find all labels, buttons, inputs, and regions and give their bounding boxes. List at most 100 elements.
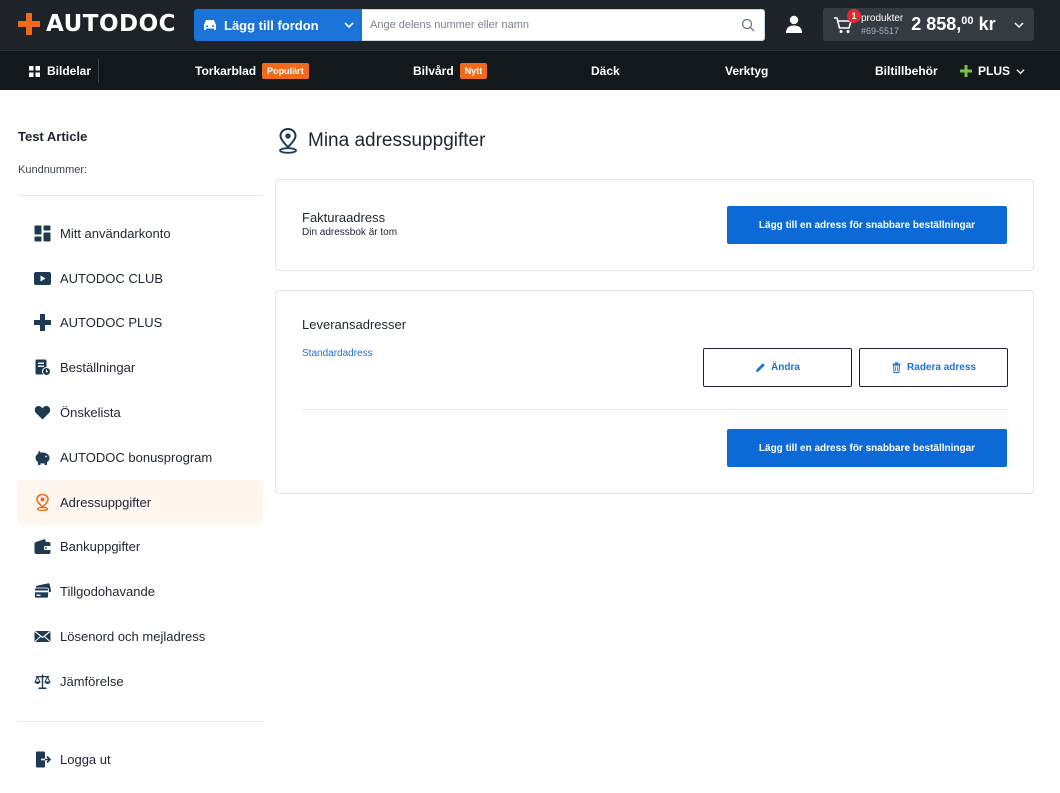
autodoc-logo[interactable]: AUTODOC [18,10,176,38]
top-header: AUTODOC Lägg till fordon 1 produkter #69… [0,0,1060,50]
popular-badge: Populärt [262,63,309,79]
sidebar-item-label: AUTODOC bonusprogram [60,449,213,465]
nav-dack-label: Däck [591,64,620,78]
play-icon [34,271,51,285]
sidebar-divider [18,195,263,196]
add-vehicle-button[interactable]: Lägg till fordon [194,9,362,41]
search-icon[interactable] [741,18,755,32]
nav-bildelar-label: Bildelar [47,64,92,78]
delivery-title: Leveransadresser [302,317,407,332]
nav-torkarblad[interactable]: Torkarblad Populärt [195,51,309,91]
sidebar-item-label: Tillgodohavande [60,584,155,600]
edit-address-label: Ändra [771,362,800,373]
sidebar-item-label: Bankuppgifter [60,539,141,555]
sidebar-item-wishlist[interactable]: Önskelista [17,390,263,435]
location-pin-icon [36,493,49,511]
delivery-address-card: Leveransadresser Standardadress Ändra Ra… [275,290,1034,494]
nav-verktyg-label: Verktyg [725,64,769,78]
add-vehicle-label: Lägg till fordon [224,17,319,33]
sidebar-item-label: Mitt användarkonto [60,225,171,241]
nav-biltillbehor[interactable]: Biltillbehör [875,51,938,91]
cart-icon: 1 [833,8,861,34]
nav-bilvard[interactable]: Bilvård Nytt [413,51,488,91]
chevron-down-icon [344,22,354,29]
sidebar-item-credit[interactable]: Tillgodohavande [17,569,263,614]
nav-divider [98,59,99,83]
account-name: Test Article [18,129,88,144]
user-account-icon[interactable] [784,14,804,34]
sidebar-item-club[interactable]: AUTODOC CLUB [17,256,263,301]
sidebar-item-label: Jämförelse [60,673,124,689]
nav-dack[interactable]: Däck [591,51,620,91]
delete-address-button[interactable]: Radera adress [859,348,1008,387]
nav-torkarblad-label: Torkarblad [195,64,257,78]
logo-cross-icon [18,13,40,35]
car-icon [204,20,216,30]
chevron-down-icon [1014,21,1024,28]
logout-button[interactable]: Logga ut [17,737,263,781]
billing-empty-text: Din adressbok är tom [302,227,398,238]
piggy-bank-icon [35,450,50,465]
price-main: 2 858, [911,14,962,34]
sidebar-item-account[interactable]: Mitt användarkonto [17,211,263,256]
credit-card-icon [34,583,51,599]
scales-icon [34,674,51,689]
default-address-link[interactable]: Standardadress [302,348,373,359]
envelope-icon [34,631,51,643]
search-box [362,9,765,41]
billing-address-card: Fakturaadress Din adressbok är tom Lägg … [275,179,1034,271]
price-currency: kr [978,14,996,34]
cart-count-badge: 1 [847,8,861,23]
sidebar-item-bank[interactable]: Bankuppgifter [17,525,263,570]
cart-order-ref: #69-5517 [861,25,900,36]
sidebar-item-label: Beställningar [60,360,136,376]
cart-products-label: produkter [861,12,904,24]
sidebar-item-compare[interactable]: Jämförelse [17,659,263,704]
sidebar-item-orders[interactable]: Beställningar [17,345,263,390]
nav-verktyg[interactable]: Verktyg [725,51,768,91]
location-pin-icon [279,128,297,154]
delete-address-label: Radera adress [907,362,976,373]
dashboard-icon [34,225,51,242]
nav-plus-label: PLUS [978,64,1011,78]
cart-total-price: 2 858,00 kr [911,14,995,35]
price-cents: 00 [961,15,974,27]
sidebar-item-label: Önskelista [60,405,121,421]
customer-number-label: Kundnummer: [18,164,88,176]
account-menu: Mitt användarkonto AUTODOC CLUB AUTODOC … [17,211,263,704]
trash-icon [892,362,901,373]
plus-icon [960,65,972,77]
nav-biltillbehor-label: Biltillbehör [875,64,938,78]
sidebar-item-label: AUTODOC CLUB [60,270,164,286]
cart-info: produkter #69-5517 [861,13,903,37]
logo-text: AUTODOC [46,11,177,37]
add-delivery-address-button[interactable]: Lägg till en adress för snabbare beställ… [727,429,1007,467]
nav-bildelar[interactable]: Bildelar [29,51,91,91]
sidebar-item-label: Lösenord och mejladress [60,629,206,645]
category-nav: Bildelar Torkarblad Populärt Bilvård Nyt… [0,50,1060,90]
add-billing-address-button[interactable]: Lägg till en adress för snabbare beställ… [727,206,1007,244]
page-title: Mina adressuppgifter [277,128,485,154]
wallet-icon [34,539,51,555]
orders-icon [35,359,51,377]
billing-title: Fakturaadress [302,210,386,225]
sidebar-divider [18,721,263,722]
page-title-text: Mina adressuppgifter [308,130,486,151]
pencil-icon [756,363,765,372]
sidebar-item-plus[interactable]: AUTODOC PLUS [17,301,263,346]
search-input[interactable] [362,10,741,40]
sidebar-item-password[interactable]: Lösenord och mejladress [17,614,263,659]
sidebar-item-label: AUTODOC PLUS [60,315,163,331]
heart-icon [34,406,51,420]
nav-bilvard-label: Bilvård [413,64,454,78]
chevron-down-icon [1016,68,1025,74]
edit-address-button[interactable]: Ändra [703,348,852,387]
nav-plus[interactable]: PLUS [960,51,1025,91]
plus-icon [34,314,51,332]
sidebar-item-addresses[interactable]: Adressuppgifter [17,479,263,525]
logout-label: Logga ut [60,751,111,767]
cart-button[interactable]: 1 produkter #69-5517 2 858,00 kr [823,8,1034,41]
logout-icon [36,751,51,767]
sidebar-item-bonus[interactable]: AUTODOC bonusprogram [17,435,263,480]
sidebar-item-label: Adressuppgifter [60,494,152,510]
